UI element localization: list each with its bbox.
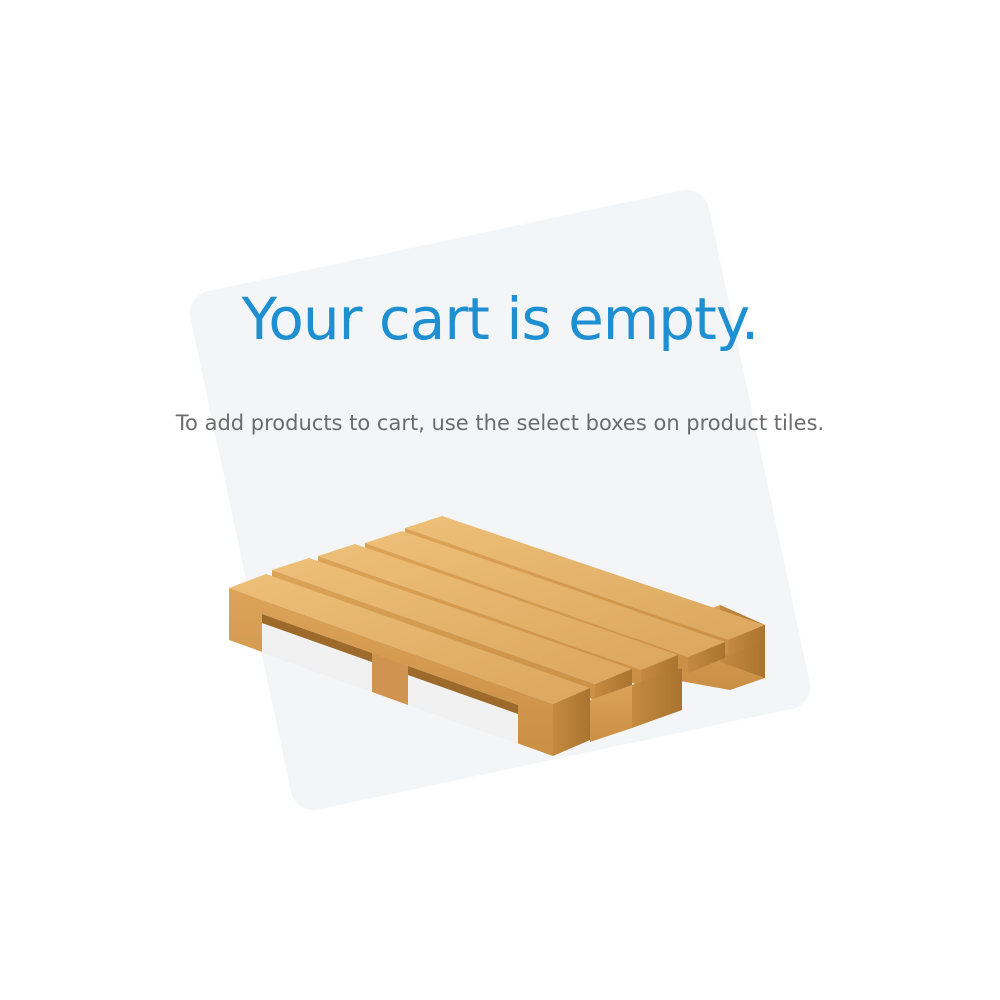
wooden-pallet-icon (229, 516, 765, 756)
empty-cart-page: Your cart is empty. To add products to c… (0, 0, 1000, 1000)
